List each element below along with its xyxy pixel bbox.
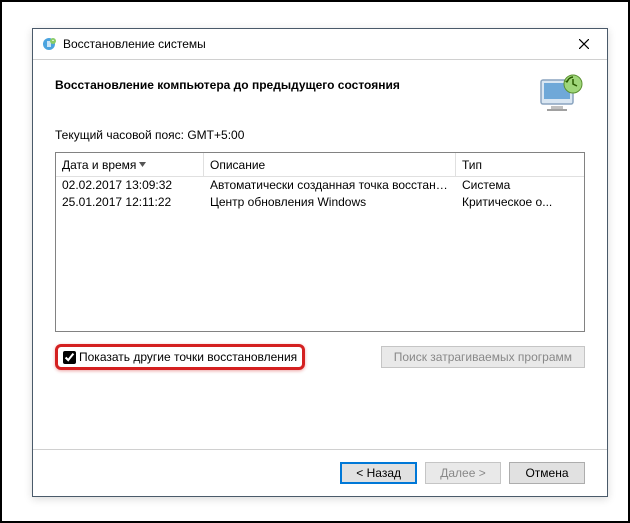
next-button[interactable]: Далее > (425, 462, 501, 484)
window-title: Восстановление системы (63, 37, 561, 51)
screenshot-frame: Восстановление системы Восстановление ко… (0, 0, 630, 523)
column-header-date[interactable]: Дата и время (56, 153, 204, 176)
close-button[interactable] (561, 29, 607, 59)
cell-type: Критическое о... (456, 194, 584, 211)
sort-desc-icon (139, 162, 146, 167)
dialog-footer: < Назад Далее > Отмена (33, 449, 607, 496)
cancel-button[interactable]: Отмена (509, 462, 585, 484)
dialog-content: Текущий часовой пояс: GMT+5:00 Дата и вр… (33, 128, 607, 449)
titlebar: Восстановление системы (33, 29, 607, 59)
table-row[interactable]: 02.02.2017 13:09:32 Автоматически создан… (56, 177, 584, 194)
show-more-points-checkbox[interactable] (63, 351, 76, 364)
cell-desc: Автоматически созданная точка восстановл… (204, 177, 456, 194)
table-header: Дата и время Описание Тип (56, 153, 584, 177)
restore-monitor-icon (537, 74, 585, 118)
cell-date: 25.01.2017 12:11:22 (56, 194, 204, 211)
column-date-label: Дата и время (62, 158, 136, 172)
options-row: Показать другие точки восстановления Пои… (55, 344, 585, 370)
scan-affected-programs-button[interactable]: Поиск затрагиваемых программ (381, 346, 585, 368)
cell-desc: Центр обновления Windows (204, 194, 456, 211)
show-more-points-label[interactable]: Показать другие точки восстановления (79, 350, 297, 364)
system-restore-icon (41, 36, 57, 52)
column-header-type[interactable]: Тип (456, 153, 584, 176)
cell-type: Система (456, 177, 584, 194)
system-restore-dialog: Восстановление системы Восстановление ко… (32, 28, 608, 497)
page-title: Восстановление компьютера до предыдущего… (55, 74, 537, 92)
column-header-description[interactable]: Описание (204, 153, 456, 176)
column-desc-label: Описание (210, 158, 265, 172)
timezone-label: Текущий часовой пояс: GMT+5:00 (55, 128, 585, 142)
table-row[interactable]: 25.01.2017 12:11:22 Центр обновления Win… (56, 194, 584, 211)
column-type-label: Тип (462, 158, 482, 172)
back-button[interactable]: < Назад (340, 462, 417, 484)
restore-points-table[interactable]: Дата и время Описание Тип 02.02.2017 13:… (55, 152, 585, 332)
dialog-header: Восстановление компьютера до предыдущего… (33, 60, 607, 128)
show-more-points-highlight: Показать другие точки восстановления (55, 344, 305, 370)
table-body: 02.02.2017 13:09:32 Автоматически создан… (56, 177, 584, 211)
cell-date: 02.02.2017 13:09:32 (56, 177, 204, 194)
